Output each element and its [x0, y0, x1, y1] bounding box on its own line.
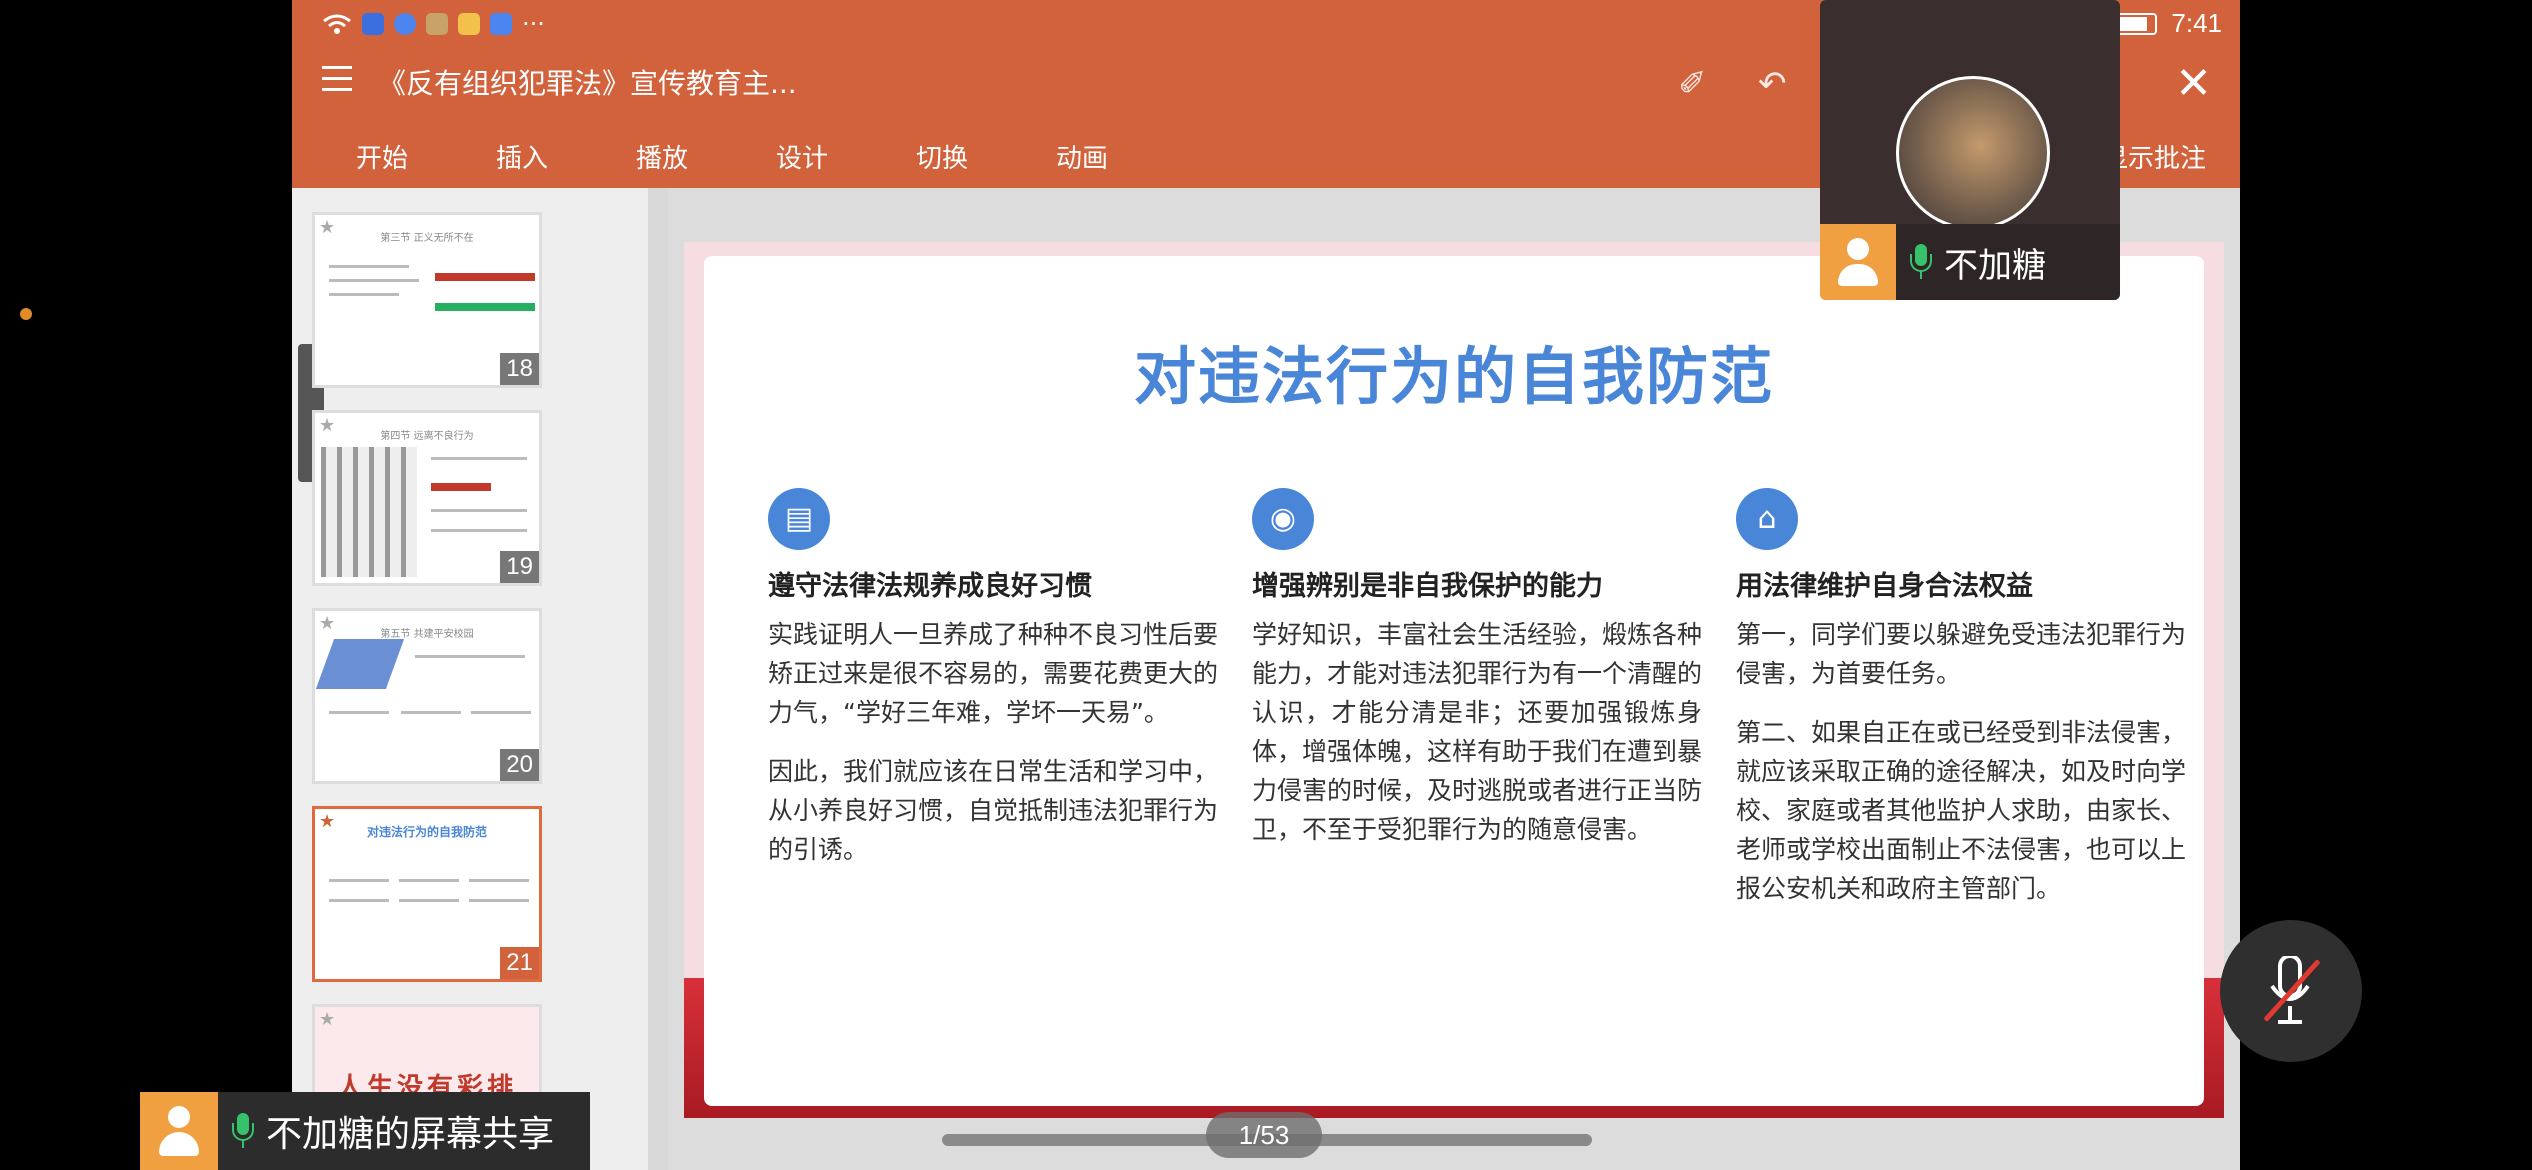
thumbnail-text-line — [431, 509, 527, 512]
mute-button[interactable] — [2220, 920, 2362, 1062]
edit-icon[interactable]: ✐ — [1678, 64, 1707, 104]
thumbnail-text-line — [399, 879, 459, 882]
thumbnail-number: 19 — [500, 551, 539, 583]
person-icon — [1820, 224, 1896, 300]
undo-icon[interactable]: ↶ — [1758, 64, 1787, 104]
thumbnail-number: 18 — [500, 353, 539, 385]
slide-title: 对违法行为的自我防范 — [1133, 340, 1774, 413]
app-icon — [458, 13, 480, 35]
column-heading: 用法律维护自身合法权益 — [1736, 571, 2033, 602]
slide-column-1: ▤ 遵守法律法规养成良好习惯 实践证明人一旦养成了种种不良习性后要矫正过来是很不… — [768, 488, 1218, 889]
thumbnail-title: 第三节 正义无所不在 — [380, 233, 474, 244]
document-title: 《反有组织犯罪法》宣传教育主... — [378, 67, 797, 100]
page-indicator: 1/53 — [1206, 1112, 1322, 1158]
slide-stage: 对违法行为的自我防范 ▤ 遵守法律法规养成良好习惯 实践证明人一旦养成了种种不良… — [668, 188, 2240, 1170]
thumbnail-title: 第五节 共建平安校园 — [380, 629, 474, 640]
slide-thumbnail[interactable]: ★ 第三节 正义无所不在 18 — [312, 212, 542, 388]
notification-icon — [426, 13, 448, 35]
slide-column-2: ◉ 增强辨别是非自我保护的能力 学好知识，丰富社会生活经验，煅炼各种能力，才能对… — [1252, 488, 1702, 869]
menu-icon[interactable] — [322, 66, 352, 92]
thumbnail-number: 20 — [500, 749, 539, 781]
thumbnail-title: 对违法行为的自我防范 — [366, 825, 487, 839]
tab-insert[interactable]: 插入 — [496, 138, 548, 175]
mic-icon — [1910, 244, 1932, 280]
thumbnail-text-line — [329, 265, 409, 268]
building-icon: ⌂ — [1736, 488, 1798, 550]
slide-thumbnail-selected[interactable]: ★ 对违法行为的自我防范 21 — [312, 806, 542, 982]
column-heading: 遵守法律法规养成良好习惯 — [768, 571, 1092, 602]
thumbnail-text-line — [469, 879, 529, 882]
thumbnail-text-line — [415, 655, 525, 658]
thumbnail-number: 21 — [500, 947, 539, 979]
tab-animation[interactable]: 动画 — [1056, 138, 1108, 175]
column-paragraph: 因此，我们就应该在日常生活和学习中，从小养良好习惯，自觉抵制违法犯罪行为的引诱。 — [768, 757, 1219, 864]
column-paragraph: 第一，同学们要以躲避免受违法犯罪行为侵害，为首要任务。 — [1736, 620, 2187, 688]
thumbnail-text-line — [329, 279, 419, 282]
thumbnail-image — [315, 639, 405, 689]
slide-thumbnail[interactable]: ★ 第四节 远离不良行为 19 — [312, 410, 542, 586]
slide-content[interactable]: 对违法行为的自我防范 ▤ 遵守法律法规养成良好习惯 实践证明人一旦养成了种种不良… — [704, 256, 2204, 1106]
thumbnail-title: 第四节 远离不良行为 — [380, 431, 474, 442]
tab-transition[interactable]: 切换 — [916, 138, 968, 175]
thumbnail-text-line — [469, 899, 529, 902]
database-icon: ◉ — [1252, 488, 1314, 550]
column-heading: 增强辨别是非自我保护的能力 — [1252, 571, 1603, 602]
close-icon[interactable]: ✕ — [2175, 58, 2212, 109]
location-icon — [394, 13, 416, 35]
thumbnail-text-line — [329, 293, 399, 296]
column-paragraph: 实践证明人一旦养成了种种不良习性后要矫正过来是很不容易的，需要花费更大的力气，“… — [768, 620, 1219, 727]
thumbnail-red-box — [431, 483, 491, 491]
person-icon — [140, 1092, 218, 1170]
thumbnail-text-line — [471, 711, 531, 714]
app-icon — [490, 13, 512, 35]
screen-share-label: 不加糖的屏幕共享 — [140, 1092, 590, 1170]
bluetooth-icon — [362, 13, 384, 35]
column-paragraph: 学好知识，丰富社会生活经验，煅炼各种能力，才能对违法犯罪行为有一个清醒的认识，才… — [1252, 620, 1703, 844]
floating-dot-indicator — [20, 308, 32, 320]
tab-play[interactable]: 播放 — [636, 138, 688, 175]
mic-icon — [232, 1113, 254, 1149]
more-icon: ··· — [522, 10, 545, 38]
slide-frame: 对违法行为的自我防范 ▤ 遵守法律法规养成良好习惯 实践证明人一旦养成了种种不良… — [684, 242, 2224, 1118]
thumbnail-text-line — [329, 711, 389, 714]
participant-name: 不加糖 — [1944, 245, 2046, 286]
thumbnail-text-line — [431, 529, 527, 532]
thumbnail-prison-image — [321, 447, 417, 577]
thumbnail-text-line — [329, 899, 389, 902]
thumbnail-green-box — [435, 303, 535, 311]
avatar — [1896, 76, 2050, 230]
slide-thumbnail-panel[interactable]: ★ 第三节 正义无所不在 18 ★ 第四节 远离不良行为 19 ★ 第五节 共建… — [292, 188, 648, 1170]
tab-design[interactable]: 设计 — [776, 138, 828, 175]
thumbnail-text-line — [401, 711, 461, 714]
share-label-text: 不加糖的屏幕共享 — [266, 1114, 555, 1155]
participant-name-row: 不加糖 — [1896, 224, 2120, 300]
column-paragraph: 第二、如果自正在或已经受到非法侵害，就应该采取正确的途径解决，如及时向学校、家庭… — [1736, 718, 2187, 903]
thumbnail-text-line — [431, 457, 527, 460]
thumbnail-red-box — [435, 273, 535, 281]
thumbnail-text-line — [399, 899, 459, 902]
clock: 7:41 — [2171, 8, 2222, 38]
battery-icon — [2115, 12, 2158, 35]
tab-start[interactable]: 开始 — [356, 138, 408, 175]
wifi-icon — [323, 14, 351, 34]
star-icon: ★ — [319, 1009, 336, 1030]
thumbnail-text-line — [329, 879, 389, 882]
participant-video-card[interactable]: 不加糖 — [1820, 0, 2120, 300]
slide-thumbnail[interactable]: ★ 第五节 共建平安校园 20 — [312, 608, 542, 784]
slide-column-3: ⌂ 用法律维护自身合法权益 第一，同学们要以躲避免受违法犯罪行为侵害，为首要任务… — [1736, 488, 2186, 928]
fries-icon: ▤ — [768, 488, 830, 550]
